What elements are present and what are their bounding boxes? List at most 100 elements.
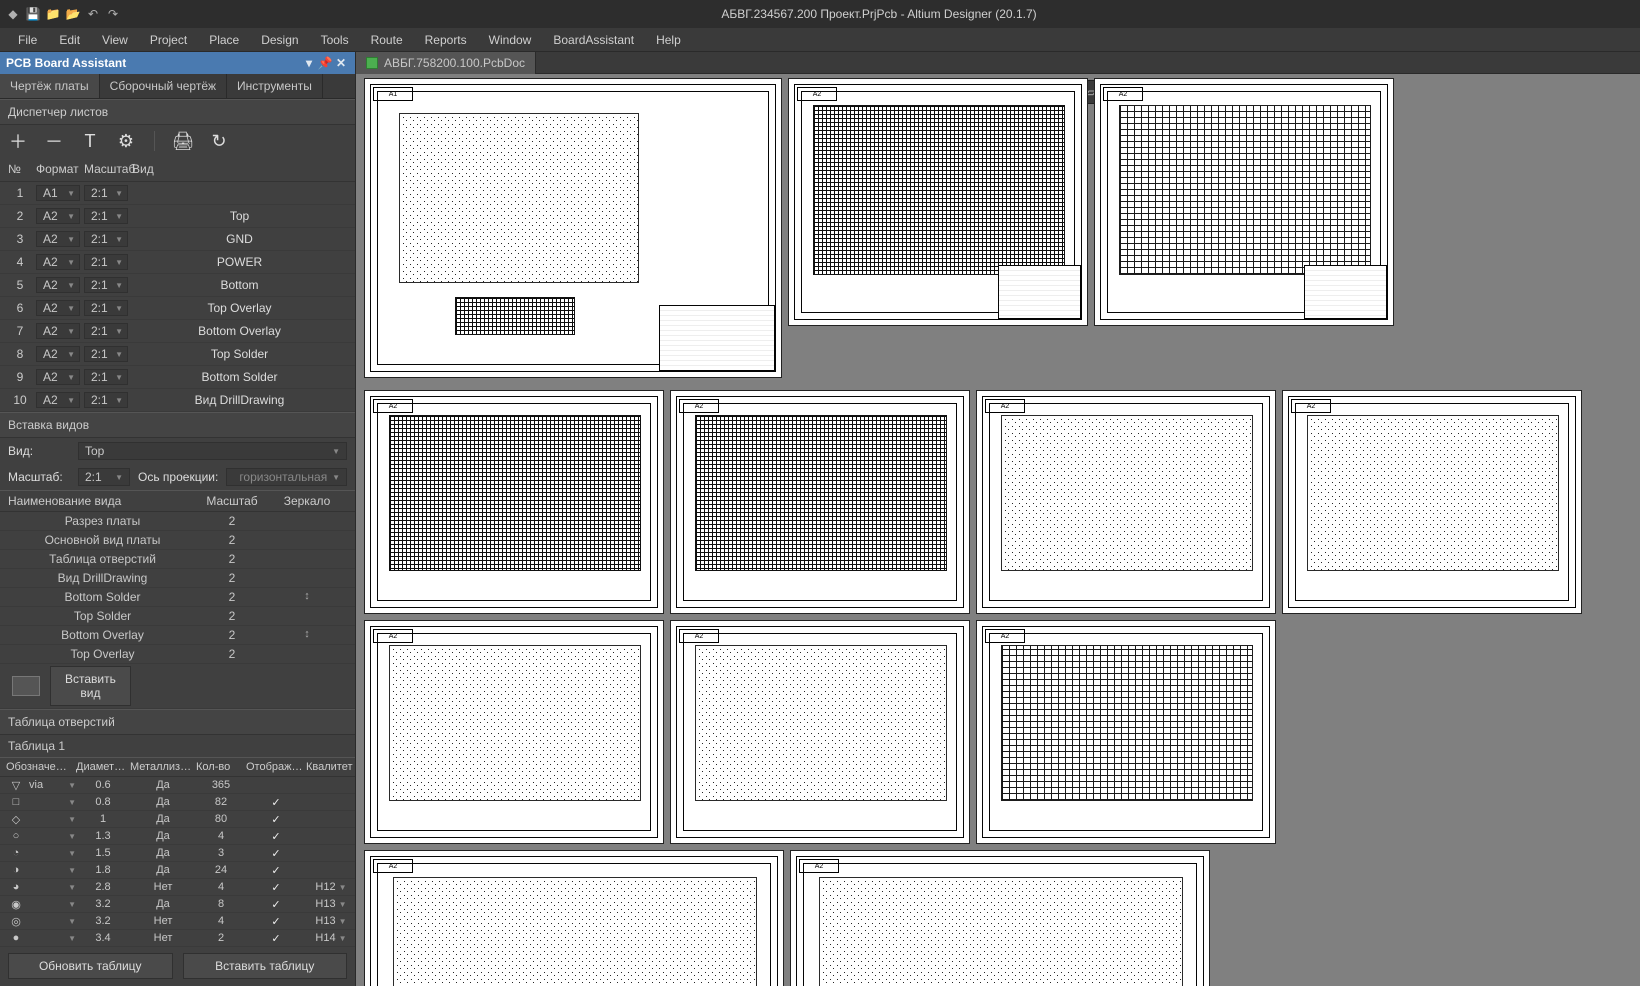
hole-row[interactable]: ◉▼3.2Да8✓H13 ▼ xyxy=(0,896,355,913)
menu-help[interactable]: Help xyxy=(646,30,691,50)
menu-reports[interactable]: Reports xyxy=(415,30,477,50)
panel-menu-icon[interactable]: ▾ xyxy=(301,56,317,70)
tab-assembly-drawing[interactable]: Сборочный чертёж xyxy=(100,74,227,98)
panel-pin-icon[interactable]: 📌 xyxy=(317,56,333,70)
print-icon[interactable]: 🖨 xyxy=(173,131,193,151)
menu-window[interactable]: Window xyxy=(479,30,542,50)
menu-design[interactable]: Design xyxy=(251,30,308,50)
open-icon[interactable]: 📁 xyxy=(44,5,62,23)
format-select[interactable]: A2▼ xyxy=(36,346,80,362)
hole-qual-cell[interactable]: H13 ▼ xyxy=(306,915,356,927)
sheet-row[interactable]: 6A2▼2:1▼Top Overlay xyxy=(0,297,355,320)
undo-icon[interactable]: ↶ xyxy=(84,5,102,23)
insert-table-button[interactable]: Вставить таблицу xyxy=(183,953,348,979)
view-row[interactable]: Основной вид платы2 xyxy=(0,531,355,550)
menu-view[interactable]: View xyxy=(92,30,138,50)
document-tab[interactable]: АВБГ.758200.100.PcbDoc xyxy=(356,52,536,74)
format-select[interactable]: A2▼ xyxy=(36,254,80,270)
hole-qual-cell[interactable]: H13 ▼ xyxy=(306,898,356,910)
save-icon[interactable]: 💾 xyxy=(24,5,42,23)
sheet-row[interactable]: 2A2▼2:1▼Top xyxy=(0,205,355,228)
drawing-sheet[interactable]: А2 xyxy=(670,390,970,614)
hole-row[interactable]: ◎▼3.2Нет4✓H13 ▼ xyxy=(0,913,355,930)
scale-select[interactable]: 2:1▼ xyxy=(84,392,128,408)
view-row[interactable]: Bottom Solder2↕ xyxy=(0,588,355,607)
format-select[interactable]: A2▼ xyxy=(36,392,80,408)
sheet-row[interactable]: 10A2▼2:1▼Вид DrillDrawing xyxy=(0,389,355,412)
format-select[interactable]: A1▼ xyxy=(36,185,80,201)
scale-select[interactable]: 2:1▼ xyxy=(84,231,128,247)
menu-boardassistant[interactable]: BoardAssistant xyxy=(543,30,644,50)
hole-symbol-cell[interactable]: ◎▼ xyxy=(6,914,76,928)
scale-select[interactable]: 2:1▼ xyxy=(84,300,128,316)
hole-row[interactable]: ◔▼1.5Да3✓ xyxy=(0,845,355,862)
scale-select[interactable]: 2:1▼ xyxy=(84,369,128,385)
insert-view-button[interactable]: Вставить вид xyxy=(50,666,131,706)
format-select[interactable]: A2▼ xyxy=(36,300,80,316)
menu-file[interactable]: File xyxy=(8,30,47,50)
drawing-sheet[interactable]: А2 xyxy=(790,850,1210,986)
hole-symbol-cell[interactable]: ◔▼ xyxy=(6,846,76,860)
hole-qual-cell[interactable]: H12 ▼ xyxy=(306,881,356,893)
scale-select[interactable]: 2:1 ▼ xyxy=(78,468,130,486)
drawing-sheet[interactable]: А2 xyxy=(364,850,784,986)
view-row[interactable]: Разрез платы2 xyxy=(0,512,355,531)
drawing-sheet[interactable]: А1 xyxy=(364,78,782,378)
hole-display[interactable]: ✓ xyxy=(246,932,306,945)
hole-symbol-cell[interactable]: □▼ xyxy=(6,795,76,809)
sheet-row[interactable]: 7A2▼2:1▼Bottom Overlay xyxy=(0,320,355,343)
hole-display[interactable]: ✓ xyxy=(246,847,306,860)
drawing-sheet[interactable]: А2 xyxy=(1282,390,1582,614)
menu-edit[interactable]: Edit xyxy=(49,30,90,50)
format-select[interactable]: A2▼ xyxy=(36,277,80,293)
hole-row[interactable]: ◕▼2.8Нет4✓H12 ▼ xyxy=(0,879,355,896)
sheet-row[interactable]: 9A2▼2:1▼Bottom Solder xyxy=(0,366,355,389)
format-select[interactable]: A2▼ xyxy=(36,369,80,385)
hole-display[interactable]: ✓ xyxy=(246,915,306,928)
drawing-sheet[interactable]: А2 xyxy=(976,620,1276,844)
hole-row[interactable]: ◑▼1.8Да24✓ xyxy=(0,862,355,879)
hole-display[interactable]: ✓ xyxy=(246,813,306,826)
tab-tools[interactable]: Инструменты xyxy=(227,74,323,98)
view-row[interactable]: Таблица отверстий2 xyxy=(0,550,355,569)
drawing-sheet[interactable]: А2 xyxy=(976,390,1276,614)
scale-select[interactable]: 2:1▼ xyxy=(84,208,128,224)
hole-symbol-cell[interactable]: ●▼ xyxy=(6,931,76,945)
format-select[interactable]: A2▼ xyxy=(36,231,80,247)
scale-select[interactable]: 2:1▼ xyxy=(84,346,128,362)
sheet-row[interactable]: 4A2▼2:1▼POWER xyxy=(0,251,355,274)
hole-display[interactable]: ✓ xyxy=(246,796,306,809)
remove-sheet-icon[interactable]: － xyxy=(44,131,64,151)
hole-symbol-cell[interactable]: ◑▼ xyxy=(6,863,76,877)
sheet-row[interactable]: 5A2▼2:1▼Bottom xyxy=(0,274,355,297)
drawing-sheet[interactable]: А2 xyxy=(1094,78,1394,326)
menu-place[interactable]: Place xyxy=(199,30,249,50)
scale-select[interactable]: 2:1▼ xyxy=(84,185,128,201)
view-row[interactable]: Top Overlay2 xyxy=(0,645,355,664)
hole-qual-cell[interactable]: H14 ▼ xyxy=(306,932,356,944)
hole-symbol-cell[interactable]: ◉▼ xyxy=(6,897,76,911)
refresh-table-button[interactable]: Обновить таблицу xyxy=(8,953,173,979)
hole-row[interactable]: ●▼3.4Нет2✓H14 ▼ xyxy=(0,930,355,947)
hole-display[interactable]: ✓ xyxy=(246,830,306,843)
hole-symbol-cell[interactable]: ▽via▼ xyxy=(6,778,76,792)
hole-display[interactable]: ✓ xyxy=(246,898,306,911)
view-row[interactable]: Вид DrillDrawing2 xyxy=(0,569,355,588)
scale-select[interactable]: 2:1▼ xyxy=(84,277,128,293)
drawing-sheet[interactable]: А2 xyxy=(364,620,664,844)
sheet-row[interactable]: 3A2▼2:1▼GND xyxy=(0,228,355,251)
format-select[interactable]: A2▼ xyxy=(36,208,80,224)
hole-row[interactable]: □▼0.8Да82✓ xyxy=(0,794,355,811)
drawing-sheet[interactable]: А2 xyxy=(670,620,970,844)
tab-board-drawing[interactable]: Чертёж платы xyxy=(0,74,100,98)
hole-display[interactable]: ✓ xyxy=(246,881,306,894)
hole-symbol-cell[interactable]: ◇▼ xyxy=(6,812,76,826)
scale-select[interactable]: 2:1▼ xyxy=(84,323,128,339)
gear-icon[interactable]: ⚙ xyxy=(116,131,136,151)
menu-route[interactable]: Route xyxy=(361,30,413,50)
format-select[interactable]: A2▼ xyxy=(36,323,80,339)
axis-select[interactable]: горизонтальная ▼ xyxy=(226,468,347,486)
hole-display[interactable]: ✓ xyxy=(246,864,306,877)
scale-select[interactable]: 2:1▼ xyxy=(84,254,128,270)
text-icon[interactable]: T xyxy=(80,131,100,151)
